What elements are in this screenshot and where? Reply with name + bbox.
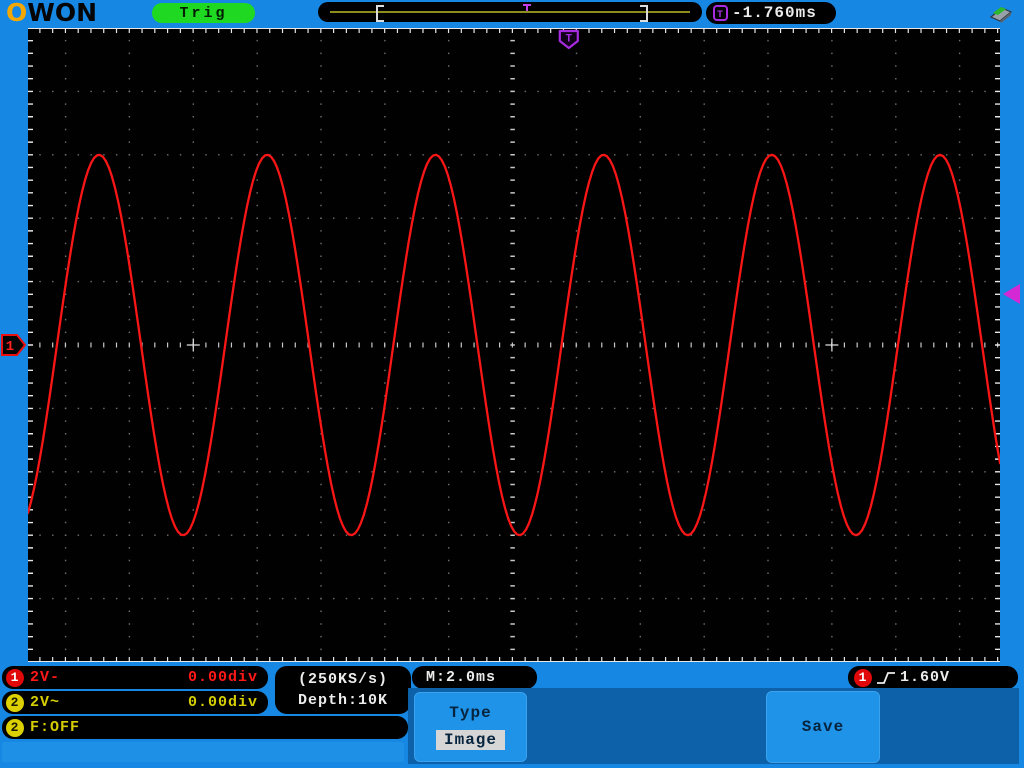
waveform-display: T — [28, 28, 1000, 662]
trigger-time-icon: T — [713, 4, 728, 21]
logo-rest: WON — [27, 0, 98, 27]
ch2-freq-badge: 2 — [6, 718, 24, 737]
trigger-offset-readout: T -1.760ms — [706, 2, 836, 24]
ch1-offset: 0.00div — [187, 669, 258, 686]
logo-letter-o: O — [6, 0, 28, 27]
trigger-status-label: Trig — [179, 4, 228, 22]
footer-left-strip — [2, 742, 404, 762]
window-end-bracket-icon — [640, 5, 648, 22]
ch1-info-pill: 1 2V- 0.00div — [2, 666, 268, 689]
type-label: Type — [449, 704, 492, 723]
ch2-freq-label: F:OFF — [30, 719, 81, 736]
trigger-offset-value: -1.760ms — [732, 4, 817, 22]
type-value[interactable]: Image — [435, 729, 505, 750]
save-button[interactable]: Save — [766, 691, 880, 763]
trigger-position-tick-icon — [523, 4, 531, 12]
trigger-channel-badge: 1 — [854, 668, 872, 687]
ch1-scale: 2V- — [30, 669, 61, 686]
sample-rate-label: (250KS/s) — [297, 670, 388, 688]
svg-text:T: T — [565, 34, 572, 46]
ch1-badge: 1 — [6, 668, 24, 687]
ch1-position-marker[interactable]: 1 — [1, 333, 27, 357]
save-label: Save — [801, 718, 845, 736]
svg-text:1: 1 — [6, 339, 14, 355]
ch2-scale: 2V~ — [30, 694, 61, 711]
ch2-info-pill: 2 2V~ 0.00div — [2, 691, 268, 714]
acquisition-pill: (250KS/s) Depth:10K — [275, 666, 411, 714]
memory-position-bar — [318, 2, 702, 22]
ch2-badge: 2 — [6, 693, 24, 712]
owon-logo: OWON — [6, 0, 97, 26]
trigger-level-value: 1.60V — [900, 669, 951, 686]
ch2-frequency-pill: 2 F:OFF — [2, 716, 408, 739]
usb-storage-icon — [989, 7, 1013, 23]
svg-text:T: T — [717, 10, 724, 21]
trigger-level-readout-pill: 1 1.60V — [848, 666, 1018, 689]
trigger-level-marker-icon[interactable] — [1003, 284, 1020, 305]
timebase-pill: M:2.0ms — [412, 666, 537, 689]
rising-edge-icon — [877, 671, 895, 684]
type-button[interactable]: Type Image — [414, 692, 527, 762]
oscilloscope-screen: OWON Trig T -1.760ms T 1 1 2V- 0.00div 2… — [0, 0, 1024, 768]
trigger-status-badge: Trig — [152, 3, 255, 23]
memory-bar-line — [330, 11, 690, 13]
ch2-offset: 0.00div — [187, 694, 258, 711]
window-start-bracket-icon — [376, 5, 384, 22]
timebase-label: M:2.0ms — [426, 669, 497, 686]
memory-depth-label: Depth:10K — [297, 692, 388, 710]
